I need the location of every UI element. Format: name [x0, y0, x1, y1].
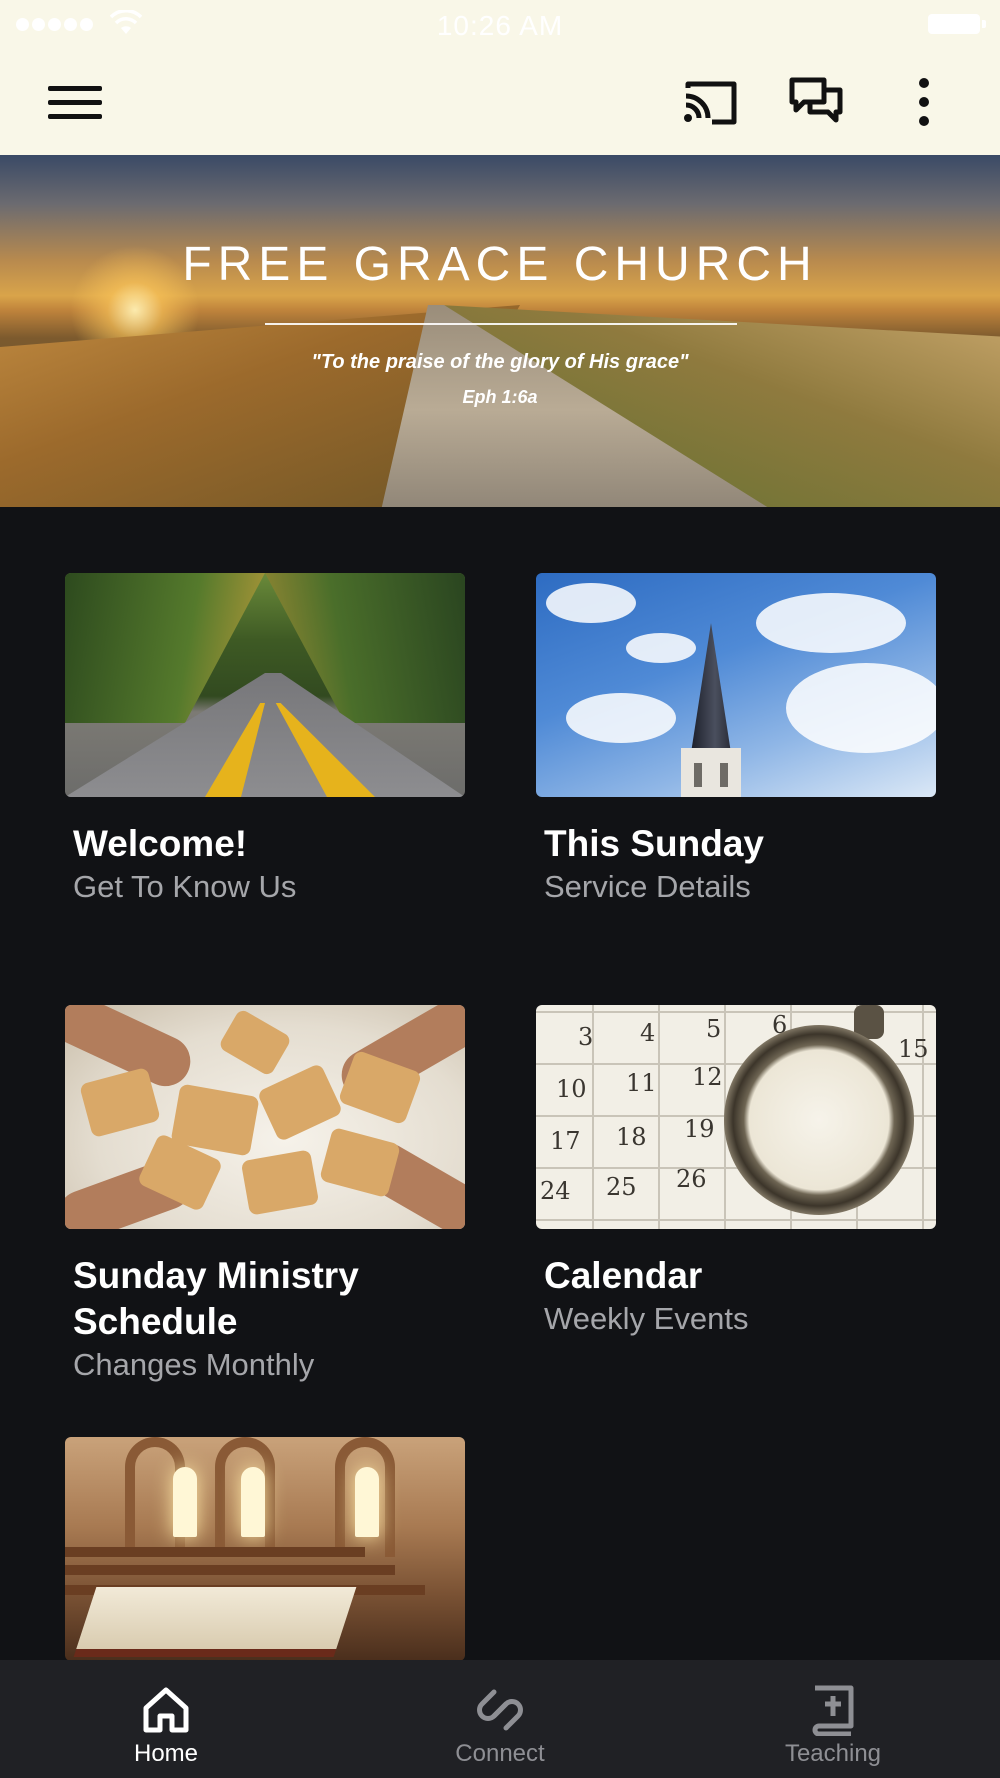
tile-sunday-ministry-schedule[interactable]: Sunday Ministry Schedule Changes Monthly: [65, 1005, 465, 1385]
tile-teaching-bible[interactable]: [65, 1437, 465, 1661]
more-vertical-icon[interactable]: [910, 76, 938, 128]
calendar-number: 18: [616, 1123, 647, 1151]
tile-image-steeple: [536, 573, 936, 797]
status-time: 10:26 AM: [436, 10, 564, 41]
nav-label: Connect: [455, 1740, 545, 1767]
calendar-number: 12: [692, 1063, 723, 1091]
tile-subtitle: Changes Monthly: [73, 1347, 315, 1382]
calendar-number: 11: [626, 1069, 657, 1097]
pocket-watch-graphic: [724, 1025, 914, 1215]
calendar-number: 25: [606, 1173, 637, 1201]
church-name: FREE GRACE CHURCH: [182, 238, 818, 291]
app-bar: [0, 50, 1000, 155]
divider: [265, 323, 737, 325]
tile-title: Calendar: [544, 1255, 703, 1296]
tile-image-bible: [65, 1437, 465, 1661]
status-bar: 10:26 AM: [0, 0, 1000, 50]
tile-subtitle: Get To Know Us: [73, 869, 297, 904]
bottom-navigation: Home Connect Teaching: [0, 1660, 1000, 1778]
hamburger-menu-icon[interactable]: [48, 80, 104, 124]
calendar-number: 10: [556, 1075, 587, 1103]
tile-image-puzzle: [65, 1005, 465, 1229]
bible-icon: [812, 1685, 854, 1736]
calendar-number: 15: [898, 1035, 929, 1063]
tile-this-sunday[interactable]: This Sunday Service Details: [536, 573, 936, 907]
battery-icon: [928, 14, 986, 34]
tile-subtitle: Service Details: [544, 869, 751, 904]
calendar-number: 3: [578, 1023, 594, 1051]
cast-icon[interactable]: [680, 76, 740, 128]
nav-item-home[interactable]: Home: [66, 1660, 266, 1778]
tile-welcome[interactable]: Welcome! Get To Know Us: [65, 573, 465, 907]
tile-title: Welcome!: [73, 823, 248, 864]
tile-title: Sunday Ministry Schedule: [73, 1255, 359, 1342]
calendar-number: 19: [684, 1115, 715, 1143]
hero-scripture-reference: Eph 1:6a: [462, 387, 538, 407]
calendar-number: 5: [706, 1015, 722, 1043]
calendar-number: 4: [640, 1019, 656, 1047]
nav-label: Teaching: [784, 1740, 882, 1767]
tile-image-road: [65, 573, 465, 797]
home-icon: [143, 1687, 189, 1733]
nav-label: Home: [133, 1740, 199, 1767]
chat-bubbles-icon[interactable]: [788, 76, 844, 128]
tile-subtitle: Weekly Events: [544, 1301, 749, 1336]
hero-quote: "To the praise of the glory of His grace…: [311, 351, 689, 373]
tile-calendar[interactable]: 3 4 5 6 10 11 12 17 18 19 24 25 26 15 Ca…: [536, 1005, 936, 1339]
tile-image-calendar-watch: 3 4 5 6 10 11 12 17 18 19 24 25 26 15: [536, 1005, 936, 1229]
nav-item-connect[interactable]: Connect: [400, 1660, 600, 1778]
nav-item-teaching[interactable]: Teaching: [733, 1660, 933, 1778]
calendar-number: 26: [676, 1165, 707, 1193]
connect-icon: [477, 1689, 523, 1731]
calendar-number: 24: [540, 1177, 571, 1205]
calendar-number: 17: [550, 1127, 581, 1155]
tile-title: This Sunday: [544, 823, 764, 864]
hero-banner: FREE GRACE CHURCH "To the praise of the …: [0, 155, 1000, 507]
